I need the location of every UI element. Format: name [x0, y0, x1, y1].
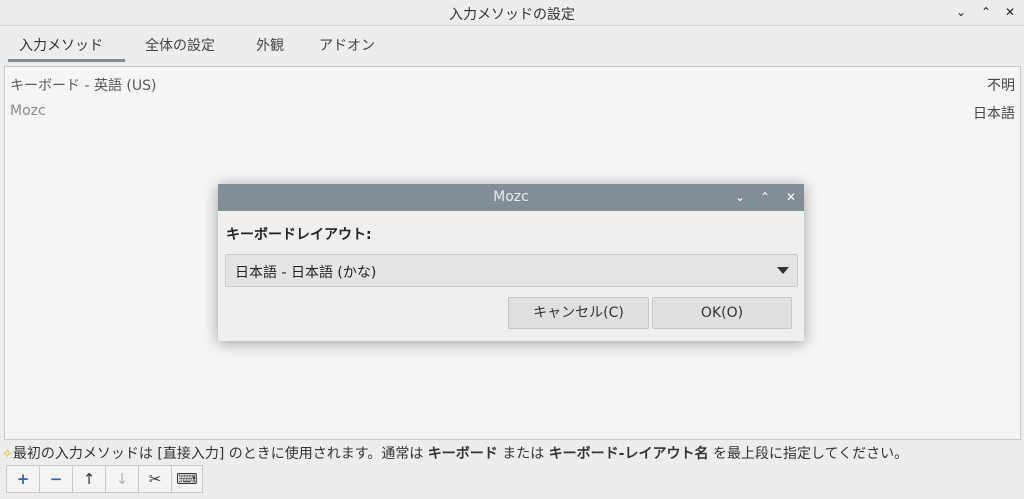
window-titlebar: 入力メソッドの設定 ⌄ ⌃ ✕ [0, 0, 1024, 26]
tab-input-methods[interactable]: 入力メソッド [19, 35, 103, 55]
move-down-icon[interactable]: ↓ [106, 466, 139, 492]
method-language: 不明 [987, 78, 1015, 94]
remove-icon[interactable]: − [40, 466, 73, 492]
close-icon[interactable]: ✕ [782, 189, 800, 205]
list-toolbar: + − ↑ ↓ ✂ ⌨ [6, 465, 203, 493]
configure-icon[interactable]: ✂ [139, 466, 172, 492]
tab-addons[interactable]: アドオン [319, 35, 375, 55]
method-name: Mozc [10, 103, 46, 119]
tab-bar: 入力メソッド 全体の設定 外観 アドオン [0, 26, 1024, 62]
hint-text: ✧最初の入力メソッドは [直接入力] のときに使用されます。通常は キーボード … [2, 443, 1022, 461]
tab-global-settings[interactable]: 全体の設定 [145, 35, 215, 55]
hint-bold: キーボード [427, 446, 498, 461]
dialog-title: Mozc [493, 189, 529, 205]
tab-appearance[interactable]: 外観 [256, 35, 284, 55]
cancel-button[interactable]: キャンセル(C) [508, 297, 649, 329]
mozc-dialog: Mozc ⌄ ⌃ ✕ キーボードレイアウト: 日本語 - 日本語 (かな) キャ… [218, 184, 804, 341]
maximize-icon[interactable]: ⌃ [756, 189, 774, 205]
keyboard-layout-value: 日本語 - 日本語 (かな) [235, 265, 377, 281]
hint-part: 最初の入力メソッドは [直接入力] のときに使用されます。通常は [12, 446, 428, 461]
dropdown-arrow-icon [777, 267, 789, 274]
ok-button[interactable]: OK(O) [652, 297, 792, 329]
hint-part: を最上段に指定してください。 [708, 446, 909, 461]
hint-part: または [497, 446, 549, 461]
active-tab-indicator [8, 59, 125, 62]
list-item[interactable]: Mozc 日本語 [5, 100, 1020, 124]
minimize-icon[interactable]: ⌄ [952, 4, 970, 20]
hint-bold: キーボード-レイアウト名 [548, 446, 709, 461]
add-icon[interactable]: + [7, 466, 40, 492]
minimize-icon[interactable]: ⌄ [731, 189, 749, 205]
close-icon[interactable]: ✕ [1001, 4, 1019, 20]
window-title: 入力メソッドの設定 [449, 7, 575, 23]
list-item[interactable]: キーボード - 英語 (US) 不明 [5, 72, 1020, 96]
star-icon: ✧ [2, 447, 13, 461]
keyboard-icon[interactable]: ⌨ [172, 466, 202, 492]
method-name: キーボード - 英語 (US) [10, 78, 157, 94]
keyboard-layout-select[interactable]: 日本語 - 日本語 (かな) [225, 254, 798, 287]
maximize-icon[interactable]: ⌃ [977, 4, 995, 20]
dialog-titlebar: Mozc ⌄ ⌃ ✕ [218, 184, 804, 211]
method-language: 日本語 [973, 106, 1015, 122]
move-up-icon[interactable]: ↑ [73, 466, 106, 492]
keyboard-layout-label: キーボードレイアウト: [226, 227, 372, 243]
